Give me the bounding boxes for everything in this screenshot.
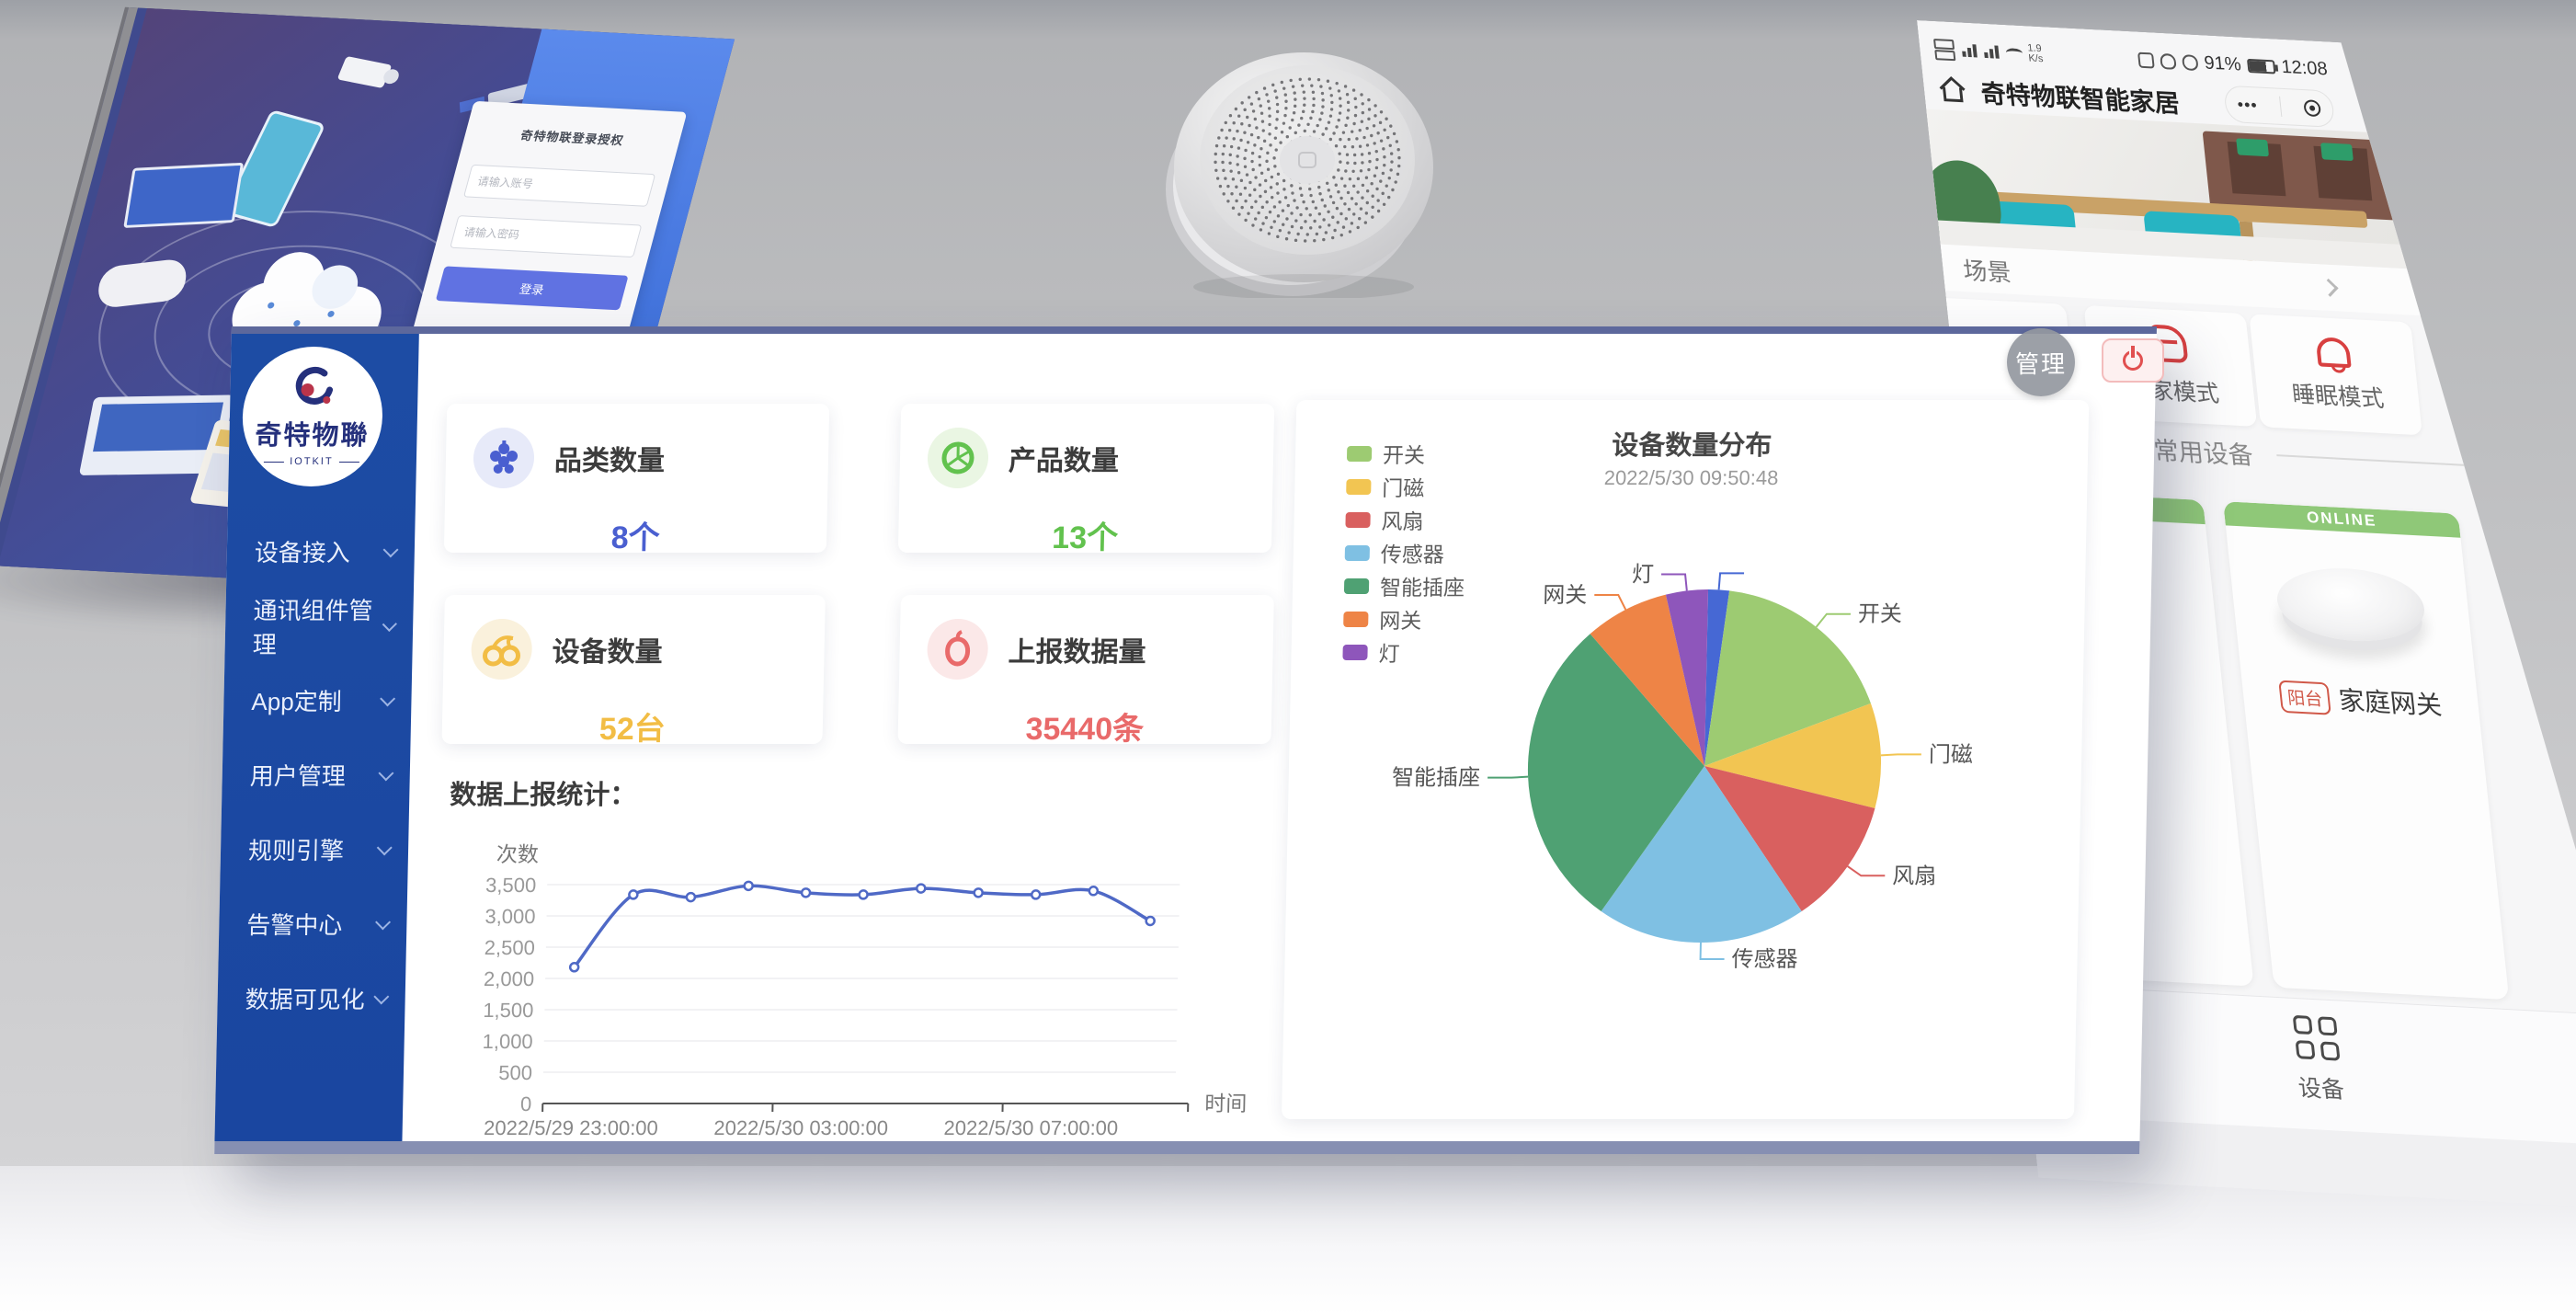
svg-text:网关: 网关: [1543, 583, 1588, 608]
scene-label: 场景: [1961, 251, 2012, 288]
sidebar-item-3[interactable]: 用户管理: [222, 738, 411, 812]
svg-text:风扇: 风扇: [1892, 863, 1937, 888]
pie-chart: 开关门磁风扇传感器 智能插座 网关 灯: [1282, 400, 2089, 1124]
stat-card-reports: 上报数据量 35440条: [897, 595, 1273, 744]
more-icon[interactable]: •••: [2237, 95, 2259, 115]
pear-icon: [927, 619, 988, 680]
svg-text:时间: 时间: [1204, 1092, 1248, 1115]
clock: 12:08: [2280, 56, 2328, 80]
battery-dual-icon: [1933, 37, 1956, 61]
manage-badge[interactable]: 管理: [2007, 328, 2075, 396]
battery-percent: 91%: [2203, 52, 2241, 75]
cherry-icon: [471, 619, 532, 680]
stat-value: 13个: [926, 512, 1245, 557]
account-input[interactable]: [463, 165, 655, 207]
chevron-down-icon: [377, 840, 393, 855]
monitor-icon: [123, 163, 244, 228]
chevron-down-icon: [383, 542, 399, 557]
divider: [2276, 454, 2469, 466]
sidebar-item-1[interactable]: 通讯组件管理: [224, 589, 414, 663]
stat-value: 52台: [469, 703, 795, 749]
gateway-image: [2274, 565, 2430, 665]
net-speed: 1.9 K/s: [2027, 43, 2044, 64]
chevron-down-icon: [375, 914, 391, 930]
sidebar-item-0[interactable]: 设备接入: [226, 514, 416, 589]
stat-value: 8个: [472, 512, 800, 557]
signal2-icon: [1983, 45, 1999, 59]
camera-icon: [337, 56, 393, 88]
svg-text:1,500: 1,500: [483, 999, 534, 1022]
sidebar-item-2[interactable]: App定制: [223, 663, 413, 738]
sidebar: 奇特物聯 IOTKIT 设备接入通讯组件管理App定制用户管理规则引擎告警中心数…: [214, 334, 418, 1141]
sidebar-item-6[interactable]: 数据可见化: [217, 961, 406, 1035]
bell-icon: [2315, 337, 2351, 368]
login-title: 奇特物联登录授权: [478, 123, 667, 150]
chevron-right-icon: [2320, 279, 2339, 297]
scene: 奇特物联登录授权 登录 1.9 K/s 91%: [0, 0, 2576, 1315]
svg-text:2,500: 2,500: [484, 936, 536, 959]
smart-speaker-photo: [1166, 50, 1434, 298]
password-input[interactable]: [450, 215, 642, 257]
login-button[interactable]: 登录: [436, 266, 629, 310]
grape-icon: [473, 428, 534, 488]
grid-icon: [2292, 1015, 2340, 1061]
svg-text:次数: 次数: [496, 842, 540, 866]
app-title: 奇特物联智能家居: [1979, 73, 2182, 120]
svg-text:3,500: 3,500: [485, 874, 537, 897]
close-target-icon[interactable]: [2304, 99, 2322, 117]
stat-card-categories: 品类数量 8个: [444, 404, 829, 553]
status-badge: ONLINE: [2223, 501, 2460, 538]
tab-devices[interactable]: 设备: [2291, 1015, 2346, 1105]
device-card-gateway[interactable]: ONLINE 阳台 家庭网关: [2223, 501, 2509, 1000]
mode-card-sleep[interactable]: 睡眠模式: [2249, 314, 2422, 435]
signal-icon: [1961, 44, 1977, 58]
svg-text:500: 500: [498, 1061, 532, 1084]
svg-text:传感器: 传感器: [1731, 947, 1798, 972]
vibrate-icon: [2182, 54, 2199, 71]
logo-mark-icon: [289, 366, 337, 412]
pie-chart-card: 设备数量分布 2022/5/30 09:50:48 开关门磁风扇传感器智能插座网…: [1282, 400, 2089, 1119]
wifi-icon: [2006, 48, 2023, 58]
dashboard-window: 奇特物聯 IOTKIT 设备接入通讯组件管理App定制用户管理规则引擎告警中心数…: [214, 326, 2157, 1154]
shield-icon: [2160, 52, 2177, 69]
svg-text:灯: 灯: [1632, 563, 1655, 588]
brand-logo: 奇特物聯 IOTKIT: [241, 347, 383, 486]
stat-value: 35440条: [925, 703, 1244, 749]
svg-text:2,000: 2,000: [484, 967, 535, 990]
floor: [0, 1166, 2576, 1315]
chevron-down-icon: [382, 616, 397, 631]
svg-text:3,000: 3,000: [484, 905, 536, 928]
nfc-icon: [2137, 51, 2155, 68]
svg-text:智能插座: 智能插座: [1392, 766, 1481, 791]
battery-icon: [2247, 58, 2276, 74]
power-icon: [2123, 350, 2143, 371]
line-chart-title: 数据上报统计：: [450, 773, 637, 812]
chevron-down-icon: [373, 989, 389, 1004]
chevron-down-icon: [378, 765, 393, 781]
speaker-image: [1166, 50, 1434, 298]
svg-text:2022/5/30 07:00:00: 2022/5/30 07:00:00: [943, 1116, 1118, 1139]
stat-card-products: 产品数量 13个: [898, 404, 1274, 553]
svg-text:门磁: 门磁: [1929, 742, 1974, 767]
sidebar-item-4[interactable]: 规则引擎: [220, 812, 409, 886]
dashboard-main: 品类数量 8个 产品数量 13个 设备数量: [402, 334, 2156, 1141]
miniprogram-capsule[interactable]: •••: [2223, 86, 2335, 128]
lime-icon: [927, 428, 988, 488]
location-tag: 阳台: [2278, 680, 2331, 715]
power-button[interactable]: [2102, 338, 2164, 383]
stat-card-devices: 设备数量 52台: [441, 595, 825, 744]
home-icon[interactable]: [1935, 74, 1969, 105]
svg-text:2022/5/29 23:00:00: 2022/5/29 23:00:00: [484, 1116, 658, 1139]
sidebar-item-5[interactable]: 告警中心: [219, 886, 408, 961]
svg-text:0: 0: [520, 1092, 532, 1115]
svg-text:开关: 开关: [1858, 602, 1903, 627]
svg-text:2022/5/30 03:00:00: 2022/5/30 03:00:00: [713, 1116, 888, 1139]
sidebar-menu: 设备接入通讯组件管理App定制用户管理规则引擎告警中心数据可见化: [217, 514, 416, 1035]
chevron-down-icon: [380, 691, 395, 706]
line-chart: 0 500 1,000 1,500 2,000 2,500 3,000 3,500 2022/5…: [448, 830, 1282, 1152]
svg-text:1,000: 1,000: [482, 1030, 533, 1053]
